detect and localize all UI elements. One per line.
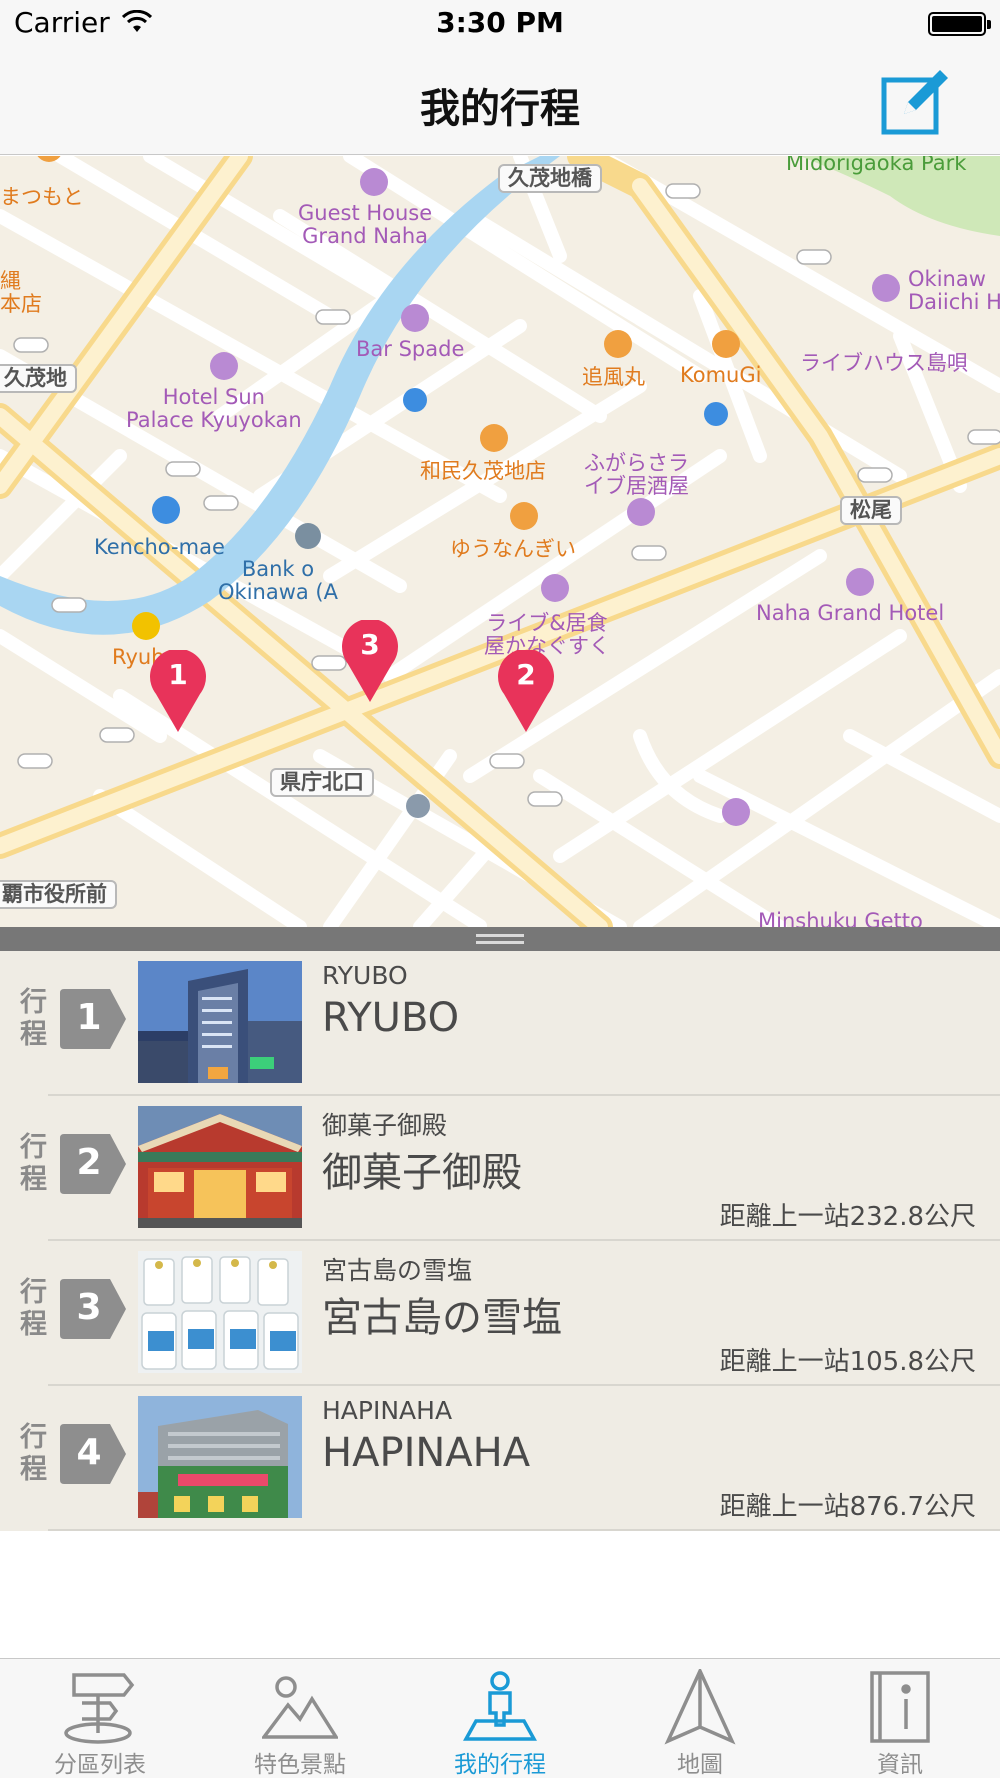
map-label-kencho-kitaguchi: 県庁北口 <box>270 768 374 798</box>
tab-label: 地圖 <box>677 1752 723 1778</box>
place-name: 御菓子御殿 <box>322 1150 522 1196</box>
step-label: 行程 <box>20 987 47 1050</box>
grip-icon <box>476 934 524 944</box>
step-label: 行程 <box>20 1277 47 1340</box>
place-photo <box>138 1396 302 1518</box>
place-name: 宮古島の雪塩 <box>322 1295 562 1341</box>
map-label-naha-grand: Naha Grand Hotel <box>756 601 945 625</box>
map-label-matsuo: 松尾 <box>840 496 902 526</box>
compose-icon[interactable] <box>880 64 952 136</box>
place-subtitle: HAPINAHA <box>322 1396 453 1425</box>
map-label-watami: 和民久茂地店 <box>420 459 546 483</box>
map-label-bank: Bank o Okinawa (A <box>218 557 338 605</box>
step-number: 2 <box>76 1142 102 1183</box>
map-label-kumoji: 久茂地 <box>0 364 77 394</box>
place-subtitle: 宮古島の雪塩 <box>322 1256 473 1285</box>
itinerary-row[interactable]: 行程 2 御菓子御殿 御菓子御殿 距離上一站232.8公尺 <box>0 1096 1000 1241</box>
tab-featured-spots[interactable]: 特色景點 <box>200 1659 400 1778</box>
tab-bar: 分區列表 特色景點 我的行程 地圖 資訊 <box>0 1658 1000 1778</box>
place-photo <box>138 1251 302 1373</box>
itinerary-row[interactable]: 行程 4 HAPINAHA HAPINAHA 距離上一站876.7公尺 <box>0 1386 1000 1531</box>
tab-my-itinerary[interactable]: 我的行程 <box>400 1659 600 1778</box>
step-label: 行程 <box>20 1132 47 1195</box>
map-label-minshuku: Minshuku Getto <box>758 909 923 927</box>
signpost-icon <box>64 1673 135 1744</box>
distance-label: 距離上一站876.7公尺 <box>719 1492 976 1522</box>
map-pin-2[interactable]: 2 <box>496 650 556 734</box>
tab-label: 資訊 <box>877 1752 923 1778</box>
tab-map[interactable]: 地圖 <box>600 1659 800 1778</box>
distance-label: 距離上一站232.8公尺 <box>719 1202 976 1232</box>
map-label-okinawa-daiichi: Okinaw Daiichi H <box>908 267 1000 315</box>
itinerary-list: 行程 1 RYUBO RYUBO 行程 2 御菓子御殿 御菓子御殿 距離上一站2… <box>0 951 1000 1531</box>
itinerary-map[interactable]: まつもと 久茂地橋 Midorigaoka Park Guest House G… <box>0 156 1000 927</box>
itinerary-row[interactable]: 行程 1 RYUBO RYUBO <box>0 951 1000 1096</box>
map-label-livehouse: ライブハウス島唄 <box>800 351 968 375</box>
app-screen: Carrier 3:30 PM 我的行程 まつもと 久茂地橋 Midorigao… <box>0 0 1000 1778</box>
itinerary-row[interactable]: 行程 3 宮古島の雪塩 宮古島の雪塩 距離上一站105.8公尺 <box>0 1241 1000 1386</box>
tab-label: 分區列表 <box>54 1752 146 1778</box>
tab-label: 我的行程 <box>454 1752 546 1778</box>
tab-label: 特色景點 <box>254 1752 346 1778</box>
map-label-shiyakusho: 覇市役所前 <box>0 880 117 910</box>
map-label-nawa: 縄 本店 <box>0 269 42 317</box>
map-label-fugarasa: ふがらさラ イブ居酒屋 <box>584 451 689 499</box>
place-name: RYUBO <box>322 995 460 1041</box>
row-divider <box>48 1529 1000 1531</box>
step-label: 行程 <box>20 1422 47 1485</box>
map-label-kumoji-bridge: 久茂地橋 <box>498 164 602 194</box>
info-book-icon <box>870 1671 930 1743</box>
map-label-komugi: KomuGi <box>680 363 762 387</box>
traveler-icon <box>463 1671 537 1741</box>
step-number: 3 <box>76 1287 102 1328</box>
map-label-oikaze: 追風丸 <box>582 365 645 389</box>
map-label-guest-house: Guest House Grand Naha <box>298 201 433 249</box>
map-label-yuunangi: ゆうなんぎい <box>450 537 576 561</box>
place-name: HAPINAHA <box>322 1430 531 1476</box>
map-label-hotel-sun: Hotel Sun Palace Kyuyokan <box>126 385 302 433</box>
map-pin-1[interactable]: 1 <box>148 650 208 734</box>
navigation-arrow-icon <box>664 1669 736 1745</box>
map-pin-3[interactable]: 3 <box>340 620 400 704</box>
map-label-kencho-mae: Kencho-mae <box>94 535 225 559</box>
map-label-matsumoto: まつもと <box>0 185 84 209</box>
place-subtitle: 御菓子御殿 <box>322 1111 448 1140</box>
place-photo <box>138 1106 302 1228</box>
place-subtitle: RYUBO <box>322 961 408 990</box>
tab-district-list[interactable]: 分區列表 <box>0 1659 200 1778</box>
step-number: 1 <box>76 997 102 1038</box>
navigation-bar: 我的行程 <box>0 50 1000 155</box>
map-resize-handle[interactable] <box>0 927 1000 951</box>
place-photo <box>138 961 302 1083</box>
status-bar: Carrier 3:30 PM <box>0 0 1000 50</box>
map-label-bar-spade: Bar Spade <box>356 337 465 361</box>
distance-label: 距離上一站105.8公尺 <box>719 1347 976 1377</box>
landscape-icon <box>262 1676 338 1739</box>
step-number: 4 <box>76 1432 102 1473</box>
map-label-midorigaoka: Midorigaoka Park <box>786 156 967 175</box>
page-title: 我的行程 <box>420 86 580 132</box>
tab-information[interactable]: 資訊 <box>800 1659 1000 1778</box>
battery-icon <box>928 12 991 36</box>
status-time: 3:30 PM <box>436 6 564 39</box>
